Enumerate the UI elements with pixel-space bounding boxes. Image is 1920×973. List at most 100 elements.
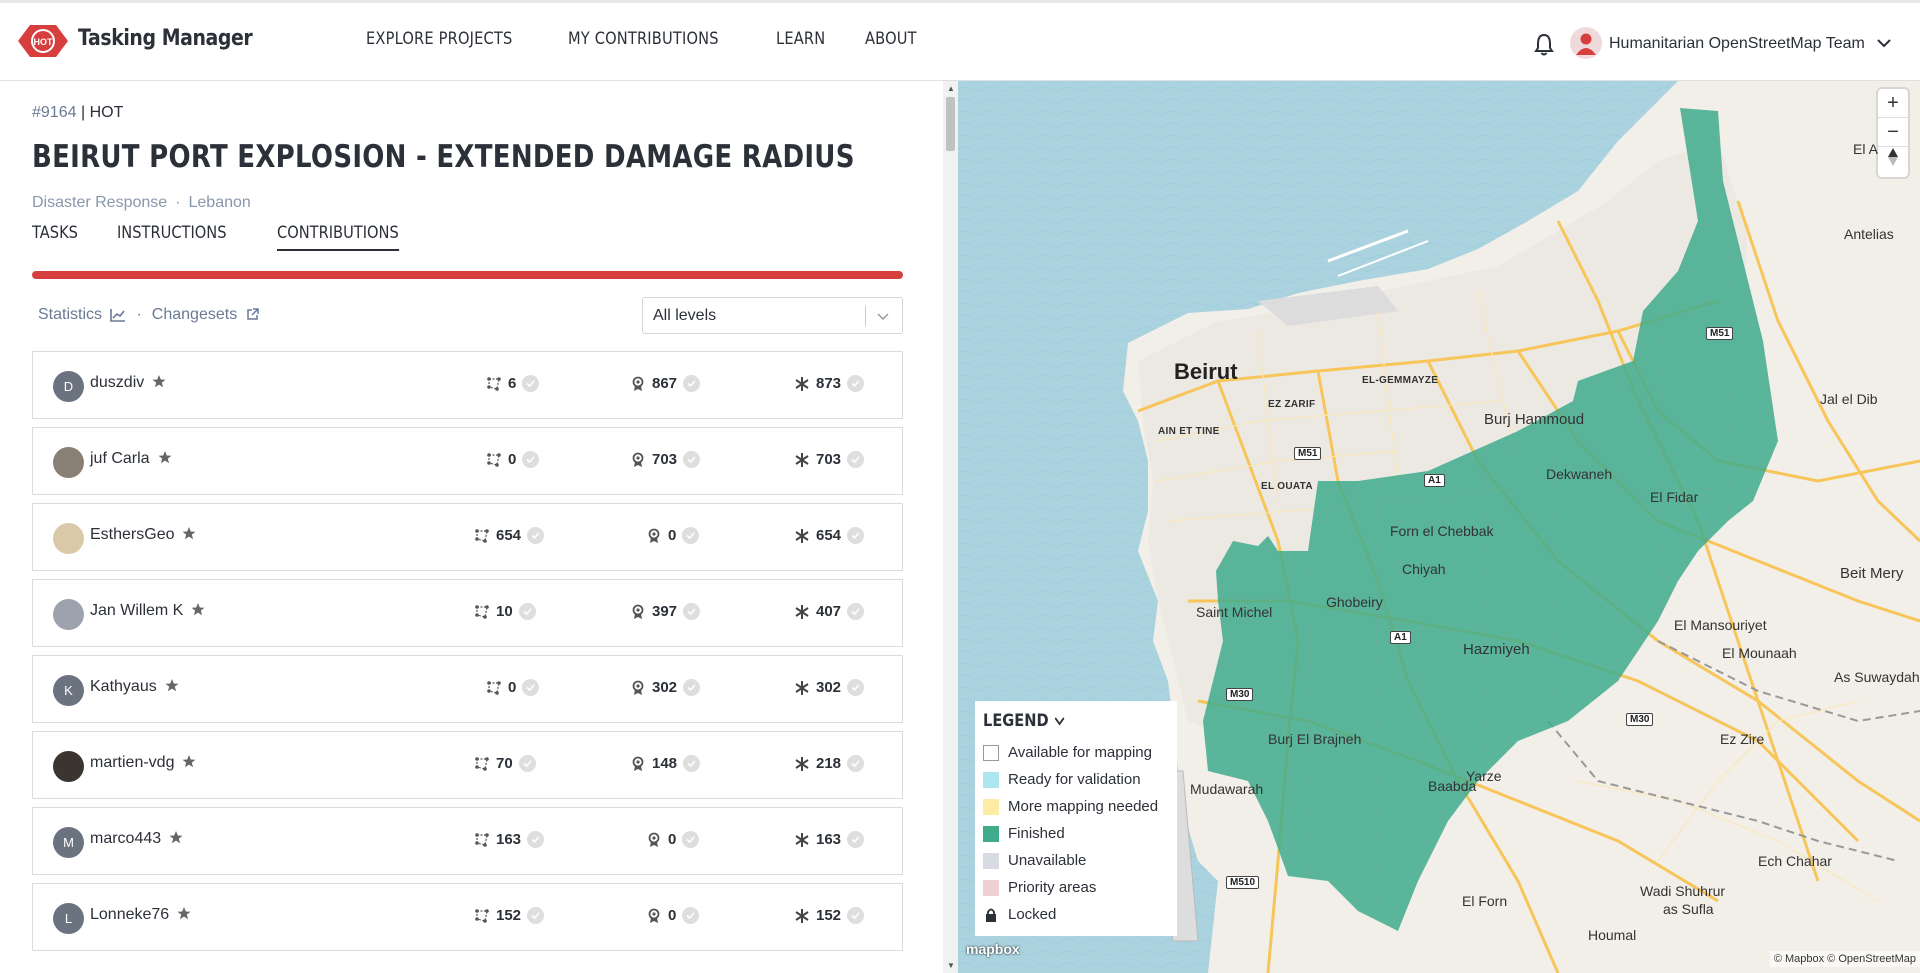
map-label-ez-zarif: EZ ZARIF [1268, 399, 1316, 410]
legend-item: Priority areas [983, 874, 1169, 901]
legend-toggle[interactable]: LEGEND [983, 711, 1143, 731]
statistics-link[interactable]: Statistics [38, 306, 126, 324]
map-label-dekwaneh: Dekwaneh [1546, 466, 1613, 482]
nav-about[interactable]: ABOUT [865, 29, 917, 49]
bell-icon[interactable] [1533, 31, 1555, 57]
contributor-name-label: Jan Willem K [90, 602, 184, 619]
legend-swatch [983, 879, 999, 896]
mapped-value: 6 [508, 375, 517, 392]
star-icon[interactable] [177, 907, 191, 920]
contributor-name[interactable]: Jan Willem K [90, 602, 205, 620]
legend-swatch [983, 852, 999, 869]
mapped-count: 6 [486, 375, 540, 392]
avatar[interactable] [53, 751, 84, 782]
check-icon [847, 603, 865, 620]
star-icon[interactable] [182, 527, 196, 540]
check-icon [683, 451, 701, 468]
table-row[interactable]: Mmarco443 163 0 163 [32, 807, 903, 875]
check-icon [527, 527, 545, 544]
avatar[interactable]: K [53, 675, 84, 706]
avatar[interactable]: L [53, 903, 84, 934]
avatar-initial: L [64, 911, 73, 926]
nav-learn[interactable]: LEARN [776, 29, 825, 49]
table-row[interactable]: Jan Willem K 10 397 407 [32, 579, 903, 647]
main-nav: EXPLORE PROJECTS MY CONTRIBUTIONS LEARN … [366, 29, 925, 49]
scroll-thumb[interactable] [946, 97, 955, 151]
project-number[interactable]: #9164 [32, 104, 77, 121]
contributor-name[interactable]: marco443 [90, 830, 183, 848]
table-row[interactable]: L Lonneke76 152 0 152 [32, 883, 903, 951]
changesets-link[interactable]: Changesets [152, 306, 259, 324]
map-label-el-a: El A [1853, 141, 1878, 157]
table-row[interactable]: Dduszdiv 6 867 873 [32, 351, 903, 419]
table-row[interactable]: K Kathyaus 0 302 302 [32, 655, 903, 723]
avatar[interactable] [53, 599, 84, 630]
avatar[interactable] [53, 523, 84, 554]
legend-item: Unavailable [983, 847, 1169, 874]
map-label-burj-el-brajneh: Burj El Brajneh [1268, 731, 1362, 747]
validated-value: 703 [652, 451, 678, 468]
user-avatar[interactable] [1570, 27, 1602, 59]
mapped-value: 0 [508, 679, 517, 696]
scroll-down-icon[interactable]: ▼ [947, 961, 955, 970]
contributor-name[interactable]: juf Carla [90, 450, 172, 468]
contributor-name[interactable]: Lonneke76 [90, 906, 191, 924]
table-row[interactable]: EsthersGeo 654 0 654 [32, 503, 903, 571]
project-map[interactable]: Beirut EZ ZARIF EL-GEMMAYZE AIN ET TINE … [958, 81, 1920, 973]
validated-value: 867 [652, 375, 678, 392]
tab-instructions[interactable]: INSTRUCTIONS [117, 223, 227, 251]
total-count: 218 [794, 755, 865, 772]
chevron-down-icon[interactable] [1876, 35, 1892, 51]
legend-label: Available for mapping [1008, 744, 1152, 761]
asterisk-icon [795, 452, 809, 467]
compass-button[interactable] [1878, 147, 1908, 176]
brand-title[interactable]: Tasking Manager [78, 26, 253, 51]
level-select[interactable]: All levels [642, 297, 903, 334]
star-icon[interactable] [182, 755, 196, 768]
mapped-icon [475, 756, 489, 771]
hot-logo[interactable]: HOT [16, 21, 70, 61]
map-label-ain-et-tine: AIN ET TINE [1158, 426, 1220, 437]
avatar[interactable] [53, 447, 84, 478]
star-icon[interactable] [152, 375, 166, 388]
check-icon [847, 907, 865, 924]
scroll-up-icon[interactable]: ▲ [947, 84, 955, 93]
map-attribution[interactable]: © Mapbox © OpenStreetMap [1769, 951, 1920, 967]
map-label-mudawarah: Mudawarah [1190, 781, 1264, 797]
contributor-name[interactable]: martien-vdg [90, 754, 196, 772]
star-icon[interactable] [158, 451, 172, 464]
mapbox-logo[interactable]: mapbox [966, 941, 1020, 957]
avatar[interactable]: D [53, 371, 84, 402]
badge-icon [648, 528, 660, 543]
nav-explore-projects[interactable]: EXPLORE PROJECTS [366, 29, 512, 49]
project-org: HOT [89, 104, 124, 121]
mapped-icon [487, 452, 501, 467]
table-row[interactable]: juf Carla 0 703 703 [32, 427, 903, 495]
zoom-in-button[interactable]: + [1878, 89, 1908, 118]
avatar[interactable]: M [53, 827, 84, 858]
tab-contributions[interactable]: CONTRIBUTIONS [276, 223, 399, 251]
panel-scrollbar[interactable]: ▲ ▼ [943, 81, 958, 973]
contributor-name[interactable]: EsthersGeo [90, 526, 196, 544]
check-icon [683, 679, 701, 696]
validated-count: 0 [646, 831, 700, 848]
nav-my-contributions[interactable]: MY CONTRIBUTIONS [568, 29, 719, 49]
tab-tasks[interactable]: TASKS [32, 223, 78, 251]
star-icon[interactable] [169, 831, 183, 844]
chevron-down-icon [877, 313, 889, 321]
level-select-value: All levels [653, 307, 717, 324]
project-country[interactable]: Lebanon [189, 194, 251, 211]
project-type[interactable]: Disaster Response [32, 194, 167, 211]
zoom-out-button[interactable]: − [1878, 118, 1908, 147]
user-name[interactable]: Humanitarian OpenStreetMap Team [1609, 35, 1865, 53]
contributor-name[interactable]: Kathyaus [90, 678, 179, 696]
total-value: 407 [816, 603, 842, 620]
star-icon[interactable] [165, 679, 179, 692]
svg-text:HOT: HOT [34, 37, 54, 47]
star-icon[interactable] [191, 603, 205, 616]
badge-icon [632, 376, 644, 391]
table-row[interactable]: martien-vdg 70 148 218 [32, 731, 903, 799]
total-value: 703 [816, 451, 842, 468]
contributor-name[interactable]: duszdiv [90, 374, 166, 392]
contributor-name-label: marco443 [90, 830, 162, 847]
